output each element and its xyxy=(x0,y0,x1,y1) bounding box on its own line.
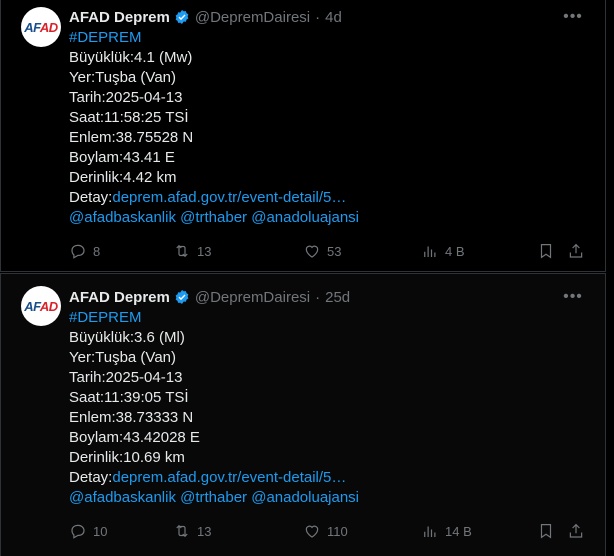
reply-icon xyxy=(71,524,85,539)
share-button[interactable] xyxy=(567,241,585,261)
tweet-header: AFAD Deprem @DepremDairesi · 25d xyxy=(69,287,350,307)
magnitude-line: Büyüklük:4.1 (Mw) xyxy=(69,49,193,66)
mentions-line[interactable]: @afadbaskanlik @trthaber @anadoluajansi xyxy=(69,208,359,228)
hashtag-link[interactable]: #DEPREM xyxy=(69,28,359,48)
detail-label: Detay: xyxy=(69,469,113,486)
verified-badge-icon xyxy=(175,10,189,24)
longitude-line: Boylam:43.42028 E xyxy=(69,429,200,446)
share-icon xyxy=(569,523,583,538)
magnitude-line: Büyüklük:3.6 (Ml) xyxy=(69,329,185,346)
detail-link[interactable]: deprem.afad.gov.tr/event-detail/5… xyxy=(112,189,346,206)
depth-line: Derinlik:4.42 km xyxy=(69,169,177,186)
detail-link[interactable]: deprem.afad.gov.tr/event-detail/5… xyxy=(112,469,346,486)
author-handle[interactable]: @DepremDairesi xyxy=(195,289,310,306)
longitude-line: Boylam:43.41 E xyxy=(69,149,175,166)
views-chart-icon xyxy=(424,246,436,257)
hashtag-link[interactable]: #DEPREM xyxy=(69,308,359,328)
share-button[interactable] xyxy=(567,521,585,541)
heart-icon xyxy=(305,245,319,258)
tweet-timestamp[interactable]: 4d xyxy=(325,9,342,26)
separator-dot: · xyxy=(315,288,321,306)
tweet-timestamp[interactable]: 25d xyxy=(325,289,350,306)
tweet[interactable]: AFAD AFAD Deprem @DepremDairesi · 4d •••… xyxy=(0,0,606,272)
retweet-count: 13 xyxy=(197,243,212,259)
timeline-feed: AFAD AFAD Deprem @DepremDairesi · 4d •••… xyxy=(0,0,614,556)
tweet-actions: 8 13 53 4 B xyxy=(69,241,591,261)
afad-logo: AFAD xyxy=(24,19,58,35)
reply-icon xyxy=(71,244,85,259)
bookmark-button[interactable] xyxy=(537,241,555,261)
depth-line: Derinlik:10.69 km xyxy=(69,449,185,466)
time-line: Saat:11:58:25 TSİ xyxy=(69,109,189,126)
like-button[interactable]: 110 xyxy=(303,521,348,541)
author-name[interactable]: AFAD Deprem xyxy=(69,9,170,26)
retweet-icon xyxy=(176,244,188,258)
avatar[interactable]: AFAD xyxy=(21,7,61,47)
tweet-actions: 10 13 110 14 B xyxy=(69,521,591,541)
scrollbar-track[interactable] xyxy=(606,0,614,556)
share-icon xyxy=(569,243,583,258)
author-name[interactable]: AFAD Deprem xyxy=(69,289,170,306)
place-line: Yer:Tuşba (Van) xyxy=(69,349,176,366)
verified-badge-icon xyxy=(175,290,189,304)
retweet-button[interactable]: 13 xyxy=(173,521,211,541)
views-count: 4 B xyxy=(445,243,465,259)
views-chart-icon xyxy=(424,526,436,537)
like-count: 110 xyxy=(327,523,348,539)
bookmark-icon xyxy=(540,244,552,259)
reply-count: 10 xyxy=(93,523,108,539)
avatar[interactable]: AFAD xyxy=(21,286,61,326)
like-count: 53 xyxy=(327,243,342,259)
tweet[interactable]: AFAD AFAD Deprem @DepremDairesi · 25d ••… xyxy=(0,273,606,556)
time-line: Saat:11:39:05 TSİ xyxy=(69,389,189,406)
retweet-icon xyxy=(176,524,188,538)
bookmark-button[interactable] xyxy=(537,521,555,541)
retweet-button[interactable]: 13 xyxy=(173,241,211,261)
latitude-line: Enlem:38.73333 N xyxy=(69,409,194,426)
date-line: Tarih:2025-04-13 xyxy=(69,369,183,386)
heart-icon xyxy=(305,525,319,538)
more-options-icon[interactable]: ••• xyxy=(563,7,583,27)
more-options-icon[interactable]: ••• xyxy=(563,287,583,307)
tweet-text: #DEPREM Büyüklük:3.6 (Ml) Yer:Tuşba (Van… xyxy=(69,308,359,508)
latitude-line: Enlem:38.75528 N xyxy=(69,129,194,146)
views-count: 14 B xyxy=(445,523,472,539)
bookmark-icon xyxy=(540,524,552,539)
afad-logo: AFAD xyxy=(24,298,58,314)
tweet-text: #DEPREM Büyüklük:4.1 (Mw) Yer:Tuşba (Van… xyxy=(69,28,359,228)
author-handle[interactable]: @DepremDairesi xyxy=(195,9,310,26)
reply-button[interactable]: 10 xyxy=(69,521,107,541)
separator-dot: · xyxy=(315,8,321,26)
like-button[interactable]: 53 xyxy=(303,241,341,261)
tweet-header: AFAD Deprem @DepremDairesi · 4d xyxy=(69,7,342,27)
date-line: Tarih:2025-04-13 xyxy=(69,89,183,106)
reply-count: 8 xyxy=(93,243,101,259)
views-button[interactable]: 4 B xyxy=(421,241,465,261)
detail-line: Detay:deprem.afad.gov.tr/event-detail/5… xyxy=(69,188,359,208)
detail-line: Detay:deprem.afad.gov.tr/event-detail/5… xyxy=(69,468,359,488)
reply-button[interactable]: 8 xyxy=(69,241,100,261)
place-line: Yer:Tuşba (Van) xyxy=(69,69,176,86)
detail-label: Detay: xyxy=(69,189,113,206)
views-button[interactable]: 14 B xyxy=(421,521,472,541)
mentions-line[interactable]: @afadbaskanlik @trthaber @anadoluajansi xyxy=(69,488,359,508)
retweet-count: 13 xyxy=(197,523,212,539)
